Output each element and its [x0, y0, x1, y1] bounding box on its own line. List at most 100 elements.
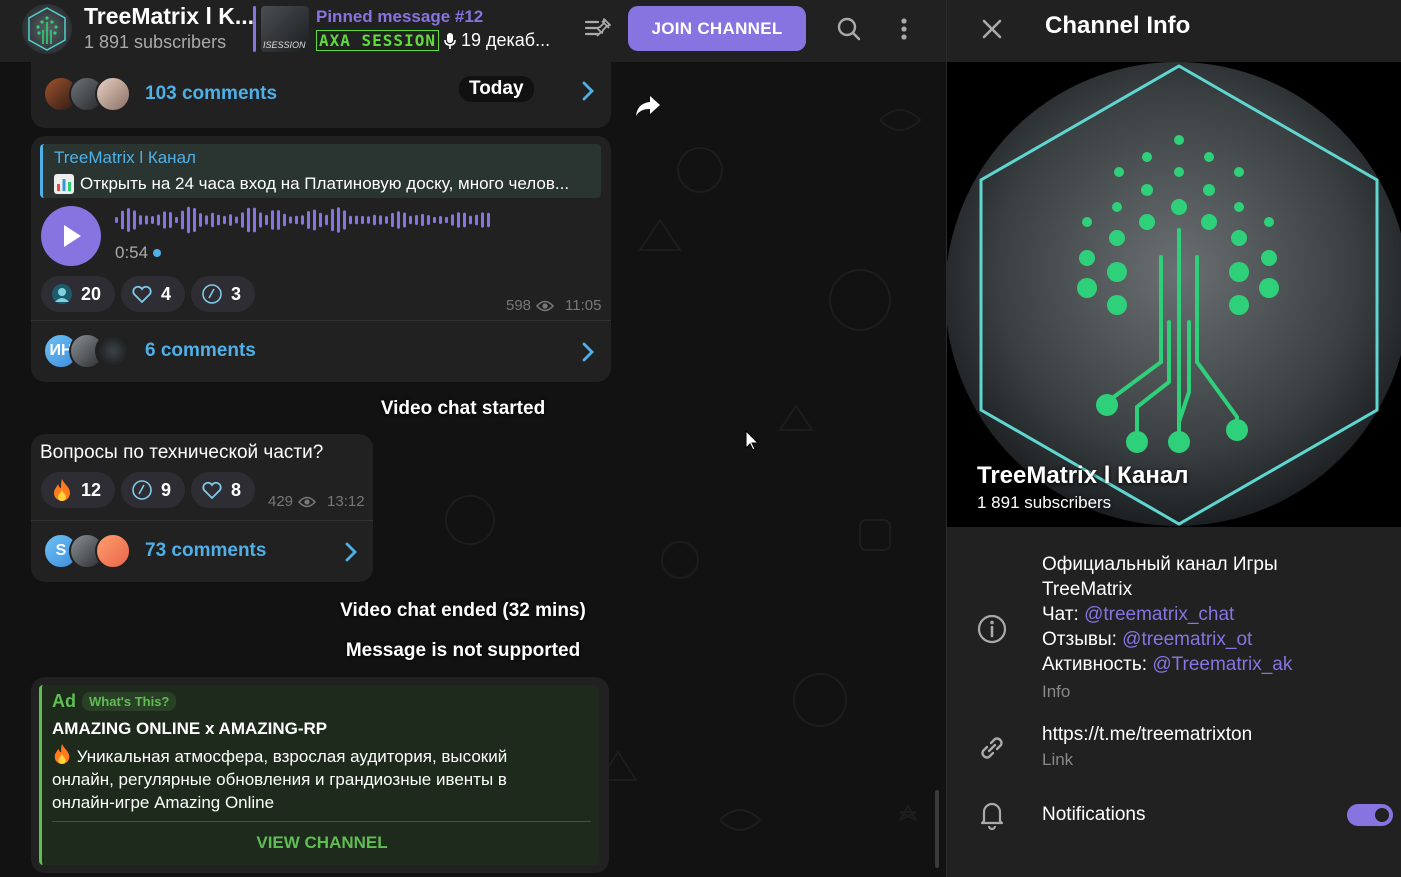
panel-title: Channel Info — [1045, 12, 1191, 39]
voice-waveform[interactable] — [115, 204, 495, 236]
waveform-bar — [361, 215, 364, 225]
channel-avatar[interactable] — [22, 4, 72, 54]
waveform-bar — [397, 211, 400, 229]
link-row[interactable]: https://t.me/treematrixton Link — [947, 718, 1401, 780]
comments-button[interactable]: ИН 6 comments — [43, 333, 256, 369]
waveform-bar — [319, 212, 322, 228]
waveform-bar — [289, 216, 292, 224]
view-channel-button[interactable]: VIEW CHANNEL — [42, 833, 602, 853]
waveform-bar — [343, 210, 346, 230]
reaction-chip[interactable]: 9 — [121, 472, 186, 508]
channel-subscribers: 1 891 subscribers — [84, 32, 227, 52]
waveform-bar — [391, 212, 394, 228]
message-bubble[interactable]: Вопросы по технической части? 12 9 8 429 — [31, 434, 373, 582]
ad-title: AMAZING ONLINE x AMAZING-RP — [52, 719, 328, 738]
waveform-bar — [403, 212, 406, 228]
waveform-bar — [415, 215, 418, 225]
microphone-icon — [444, 32, 456, 49]
notifications-row[interactable]: Notifications — [947, 790, 1401, 840]
play-button[interactable] — [41, 206, 101, 266]
waveform-bar — [187, 206, 190, 234]
waveform-bar — [325, 214, 328, 226]
waveform-bar — [175, 216, 178, 224]
search-icon[interactable] — [834, 14, 864, 44]
comments-button[interactable]: 103 comments — [43, 76, 277, 112]
reaction-count: 4 — [161, 283, 172, 304]
comments-button[interactable]: S 73 comments — [43, 533, 266, 569]
link-text-wrap: https://t.me/treematrixton Link — [1042, 722, 1252, 772]
waveform-bar — [229, 214, 232, 226]
activity-link[interactable]: @Treematrix_ak — [1152, 654, 1292, 675]
waveform-bar — [295, 215, 298, 225]
chevron-right-icon — [581, 341, 595, 370]
tree-logo-icon — [28, 7, 66, 51]
channel-title[interactable]: TreeMatrix l K... — [84, 3, 254, 30]
pinned-snippet: 19 декаб... — [460, 30, 551, 50]
pinned-message-text[interactable]: AXA SESSION 19 декаб... — [316, 30, 550, 51]
ad-body-wrap: Уникальная атмосфера, взрослая аудитория… — [52, 743, 572, 814]
reaction-count: 12 — [81, 479, 102, 500]
waveform-bar — [277, 210, 280, 230]
message-bubble[interactable]: TreeMatrix l Канал Открыть на 24 часа вх… — [31, 136, 611, 382]
notifications-toggle[interactable] — [1347, 804, 1393, 826]
reaction-chip[interactable]: 8 — [191, 472, 256, 508]
reaction-chip[interactable]: 12 — [41, 472, 116, 508]
waveform-bar — [373, 214, 376, 226]
view-count: 429 — [268, 493, 294, 510]
reply-text-wrap: Открыть на 24 часа вход на Платиновую до… — [54, 174, 569, 194]
fire-icon — [54, 479, 70, 501]
channel-hero-image[interactable]: TreeMatrix l Канал 1 891 subscribers — [947, 62, 1401, 527]
commenter-avatar — [95, 533, 131, 569]
more-menu-icon[interactable] — [890, 14, 918, 44]
pinned-list-icon[interactable] — [580, 14, 616, 44]
waveform-bar — [241, 212, 244, 228]
pinned-indicator — [253, 6, 256, 52]
reaction-chip[interactable]: 4 — [121, 276, 186, 312]
join-channel-button[interactable]: JOIN CHANNEL — [628, 6, 806, 51]
reaction-chip[interactable]: 20 — [41, 276, 116, 312]
chart-emoji-icon — [54, 174, 74, 194]
chat-link[interactable]: @treematrix_chat — [1084, 604, 1234, 625]
waveform-bar — [223, 215, 226, 225]
reply-preview[interactable]: TreeMatrix l Канал Открыть на 24 часа вх… — [40, 144, 601, 198]
view-count: 598 — [506, 297, 532, 314]
reviews-link[interactable]: @treematrix_ot — [1122, 629, 1252, 650]
pinned-thumb-text: ISESSION — [263, 40, 306, 50]
reaction-count: 3 — [231, 283, 242, 304]
pinned-brand: AXA SESSION — [316, 30, 439, 51]
reaction-chip[interactable]: 3 — [191, 276, 256, 312]
waveform-bar — [169, 212, 172, 228]
commenter-avatar — [95, 76, 131, 112]
pinned-thumbnail[interactable]: ISESSION — [261, 6, 309, 52]
channel-link[interactable]: https://t.me/treematrixton — [1042, 722, 1252, 747]
heart-icon — [202, 481, 222, 500]
chat-area[interactable]: TreeMatrix l K... 1 891 subscribers ISES… — [0, 0, 946, 877]
eye-icon — [536, 300, 555, 311]
whats-this-button[interactable]: What's This? — [82, 692, 177, 711]
channel-info-panel: Channel Info TreeMatrix l Канал 1 891 su… — [946, 0, 1401, 877]
mouse-cursor-icon — [745, 430, 759, 451]
reactions-bar: 20 4 3 — [41, 276, 261, 312]
waveform-bar — [199, 213, 202, 227]
custom-emoji-icon — [202, 284, 222, 304]
scrollbar-thumb[interactable] — [935, 790, 939, 868]
pinned-message-title[interactable]: Pinned message #12 — [316, 7, 483, 27]
info-row[interactable]: Официальный канал Игры TreeMatrix Чат: @… — [947, 540, 1401, 710]
close-icon[interactable] — [977, 14, 1007, 44]
chat-header: TreeMatrix l K... 1 891 subscribers ISES… — [0, 0, 946, 62]
reaction-count: 9 — [161, 479, 172, 500]
voice-duration-wrap: 0:54 — [115, 243, 162, 263]
waveform-bar — [151, 215, 154, 225]
play-icon — [64, 225, 81, 247]
waveform-bar — [181, 210, 184, 230]
waveform-bar — [145, 215, 148, 225]
hero-subscribers: 1 891 subscribers — [977, 493, 1112, 512]
waveform-bar — [247, 207, 250, 233]
message-time: 13:12 — [327, 493, 365, 510]
waveform-bar — [133, 210, 136, 230]
waveform-bar — [307, 211, 310, 229]
share-forward-icon[interactable] — [630, 88, 666, 124]
sponsored-message[interactable]: Ad What's This? AMAZING ONLINE x AMAZING… — [31, 677, 609, 873]
activity-line: Активность: @Treematrix_ak — [1042, 652, 1342, 677]
message-bubble[interactable]: 103 comments Today — [31, 62, 611, 128]
